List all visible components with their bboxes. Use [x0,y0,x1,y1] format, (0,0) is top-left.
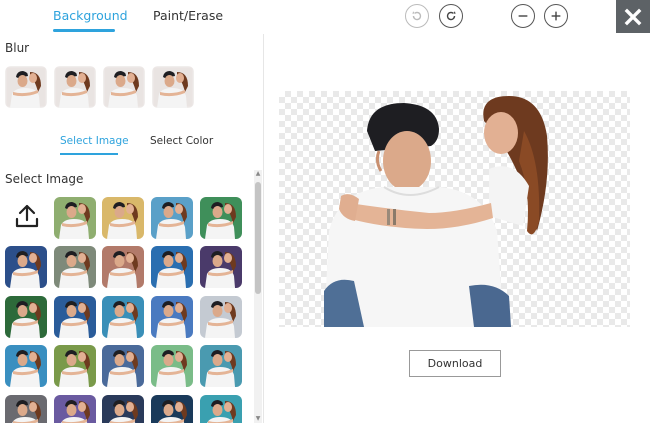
tab-active-indicator [53,29,115,32]
blur-thumbnail[interactable] [5,66,47,108]
top-bar: Background Paint/Erase [0,0,650,34]
select-image-label: Select Image [5,172,84,186]
background-thumbnail[interactable] [102,345,144,387]
background-thumbnail[interactable] [102,296,144,338]
preview-canvas[interactable] [279,91,630,327]
scroll-thumb[interactable] [255,182,261,294]
close-button[interactable] [616,0,650,33]
couple-cutout-image [324,96,548,327]
zoom-out-button[interactable] [511,4,535,28]
background-thumbnail[interactable] [54,197,96,239]
background-thumbnail[interactable] [102,246,144,288]
background-thumbnail[interactable] [200,197,242,239]
background-thumbnail[interactable] [200,395,242,423]
background-thumbnail[interactable] [5,395,47,423]
scrollbar[interactable]: ▲ ▼ [254,170,262,423]
minus-icon [518,15,528,17]
scroll-down-arrow[interactable]: ▼ [254,415,262,423]
subtab-select-color[interactable]: Select Color [150,135,213,147]
blur-thumbnail[interactable] [103,66,145,108]
upload-button[interactable] [11,200,43,232]
background-thumbnail[interactable] [200,246,242,288]
plus-icon [551,11,561,21]
download-button[interactable]: Download [409,350,501,377]
undo-icon [412,11,422,21]
background-thumbnail[interactable] [151,395,193,423]
background-thumbnail[interactable] [151,345,193,387]
tab-background[interactable]: Background [53,8,128,23]
background-thumbnail[interactable] [5,345,47,387]
background-thumbnail[interactable] [151,246,193,288]
background-thumbnail[interactable] [151,296,193,338]
undo-button[interactable] [405,4,429,28]
background-thumbnail[interactable] [5,246,47,288]
background-thumbnail[interactable] [54,246,96,288]
blur-thumbnail[interactable] [152,66,194,108]
zoom-in-button[interactable] [544,4,568,28]
background-thumbnail[interactable] [54,296,96,338]
tab-paint-erase[interactable]: Paint/Erase [153,8,223,23]
background-thumbnail[interactable] [200,296,242,338]
subtab-active-indicator [60,153,118,155]
subtab-select-image[interactable]: Select Image [60,135,129,147]
panel-divider [263,34,264,423]
upload-icon [15,204,39,228]
background-thumbnail[interactable] [102,395,144,423]
background-thumbnail[interactable] [151,197,193,239]
background-thumbnail[interactable] [54,395,96,423]
redo-button[interactable] [439,4,463,28]
background-options-panel: Blur Select Image Select Color Select Im… [0,34,263,423]
blur-thumbnail[interactable] [54,66,96,108]
background-thumbnail[interactable] [200,345,242,387]
background-thumbnail[interactable] [5,296,47,338]
blur-label: Blur [5,41,30,55]
scroll-up-arrow[interactable]: ▲ [254,170,262,178]
redo-icon [446,11,456,21]
background-thumbnail[interactable] [54,345,96,387]
background-thumbnail[interactable] [102,197,144,239]
close-icon [624,8,642,25]
